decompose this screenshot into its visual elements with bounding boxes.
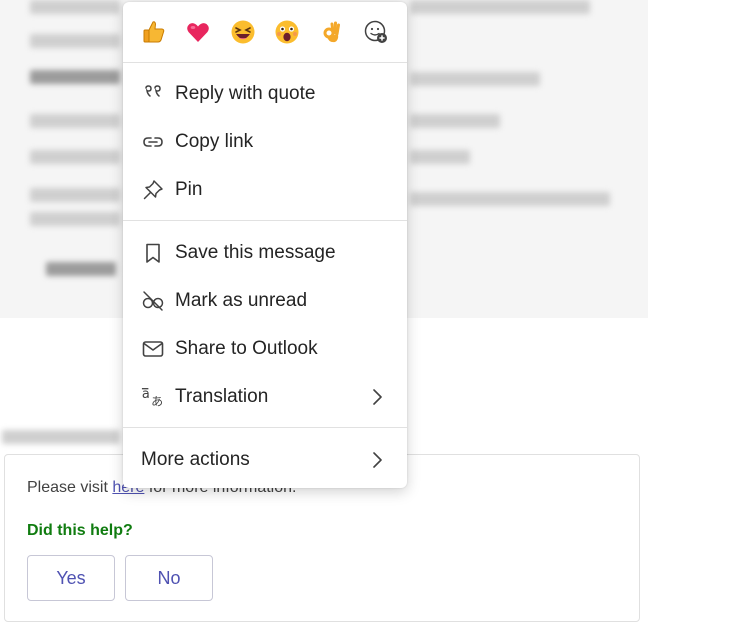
add-reaction-button[interactable] — [361, 17, 391, 47]
copy-link-item[interactable]: Copy link — [123, 120, 407, 164]
laugh-icon — [231, 20, 255, 44]
chevron-right-icon — [373, 389, 382, 405]
message-context-menu: Reply with quote Copy link Pin Save this… — [123, 2, 407, 488]
blurred-text — [30, 114, 120, 128]
no-button[interactable]: No — [125, 555, 213, 601]
quote-icon — [141, 82, 165, 106]
like-reaction[interactable] — [139, 17, 169, 47]
laugh-reaction[interactable] — [228, 17, 258, 47]
add-emoji-icon — [364, 20, 387, 43]
pin-icon — [141, 178, 165, 202]
blurred-text — [30, 188, 120, 202]
menu-divider — [123, 220, 407, 221]
save-message-label: Save this message — [175, 242, 336, 263]
mail-icon — [141, 337, 165, 361]
more-actions-item[interactable]: More actions — [123, 438, 407, 482]
translation-item[interactable]: a あ Translation — [123, 375, 407, 419]
chevron-right-icon — [373, 452, 382, 468]
surprised-reaction[interactable] — [272, 17, 302, 47]
share-outlook-item[interactable]: Share to Outlook — [123, 327, 407, 371]
mark-unread-label: Mark as unread — [175, 290, 308, 311]
menu-divider — [123, 427, 407, 428]
blurred-text — [30, 70, 120, 84]
blurred-text — [410, 114, 500, 128]
blurred-text — [410, 0, 590, 14]
blurred-sender — [0, 428, 140, 446]
reply-with-quote-label: Reply with quote — [175, 83, 316, 104]
blurred-text — [30, 212, 120, 226]
reaction-bar — [123, 2, 407, 62]
heart-reaction[interactable] — [183, 17, 213, 47]
copy-link-label: Copy link — [175, 131, 254, 152]
ok-reaction[interactable] — [317, 17, 347, 47]
pin-label: Pin — [175, 179, 203, 200]
heart-icon — [187, 23, 210, 42]
more-actions-label: More actions — [141, 449, 250, 470]
svg-text:あ: あ — [151, 394, 163, 408]
mark-unread-item[interactable]: Mark as unread — [123, 279, 407, 323]
ok-hand-icon — [323, 21, 340, 43]
translation-label: Translation — [175, 386, 269, 407]
card-text-prefix: Please visit — [27, 479, 113, 496]
yes-button[interactable]: Yes — [27, 555, 115, 601]
help-question: Did this help? — [27, 522, 133, 539]
blurred-text — [410, 72, 540, 86]
reply-with-quote-item[interactable]: Reply with quote — [123, 72, 407, 116]
bookmark-icon — [141, 241, 165, 265]
blurred-text — [30, 34, 120, 48]
translate-icon: a あ — [141, 385, 165, 409]
eye-off-icon — [141, 289, 165, 313]
save-message-item[interactable]: Save this message — [123, 231, 407, 275]
link-icon — [141, 130, 165, 154]
blurred-text — [410, 150, 470, 164]
blurred-text — [410, 192, 610, 206]
share-outlook-label: Share to Outlook — [175, 338, 318, 359]
surprised-icon — [275, 20, 299, 44]
blurred-text — [30, 150, 120, 164]
pin-item[interactable]: Pin — [123, 168, 407, 212]
blurred-text — [46, 262, 116, 276]
thumbs-up-icon — [143, 21, 165, 43]
blurred-text — [30, 0, 120, 14]
menu-divider — [123, 62, 407, 63]
